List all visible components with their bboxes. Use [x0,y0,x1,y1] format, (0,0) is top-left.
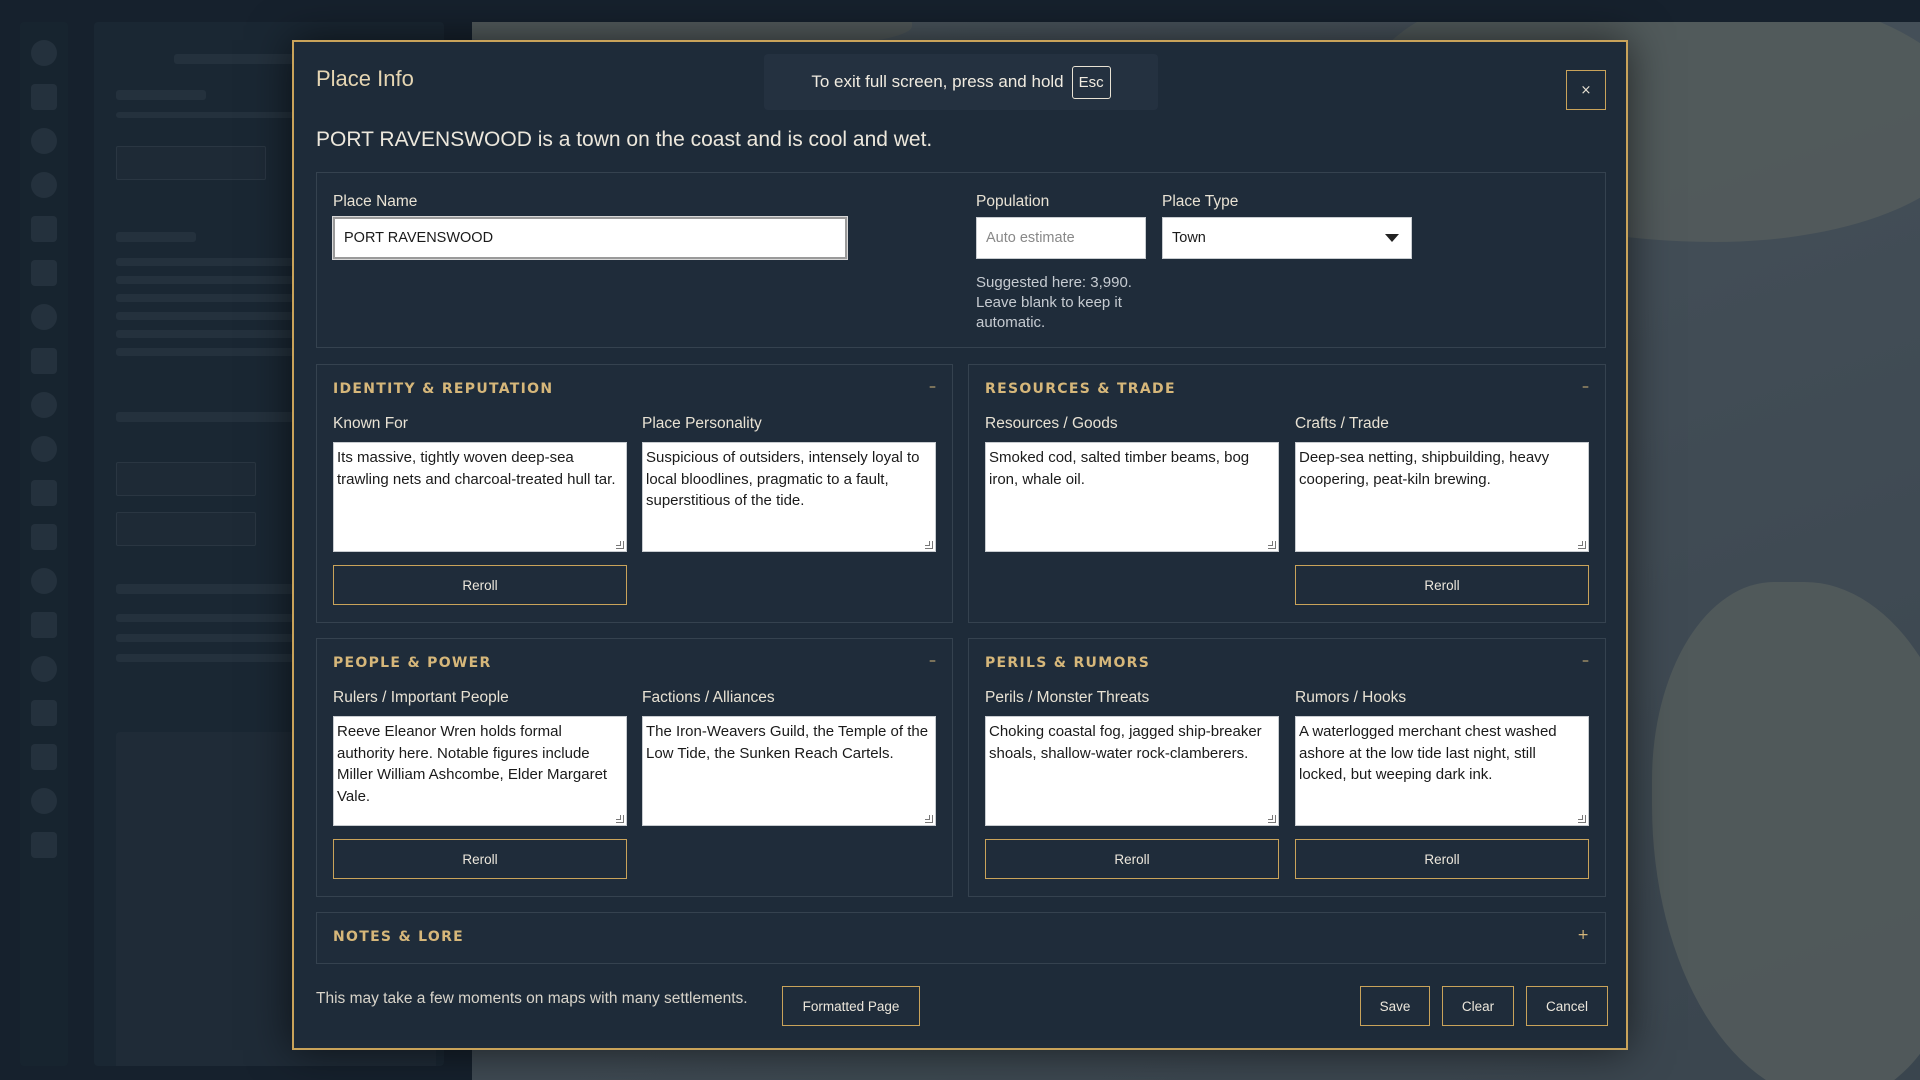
personality-textarea[interactable]: Suspicious of outsiders, intensely loyal… [642,442,936,552]
goods-text: Smoked cod, salted timber beams, bog iro… [989,449,1250,488]
resize-grip-icon[interactable] [1268,541,1276,549]
crafts-label: Crafts / Trade [1295,415,1389,432]
formatted-page-button[interactable]: Formatted Page [782,986,920,1026]
esc-key-badge: Esc [1071,65,1111,99]
place-type-value: Town [1172,230,1206,246]
chevron-down-icon [1385,234,1399,242]
dialog-title: Place Info [316,66,414,91]
identity-collapse-toggle[interactable]: – [929,379,936,395]
place-name-input[interactable]: PORT RAVENSWOOD [333,217,847,259]
place-type-select[interactable]: Town [1162,217,1412,259]
rumors-label: Rumors / Hooks [1295,689,1407,706]
identity-section-title: IDENTITY & REPUTATION [333,381,554,397]
cancel-button[interactable]: Cancel [1526,986,1608,1026]
resize-grip-icon[interactable] [616,815,624,823]
resources-section: RESOURCES & TRADE – Resources / Goods Sm… [968,364,1606,623]
perils-section-title: PERILS & RUMORS [985,655,1151,671]
people-section: PEOPLE & POWER – Rulers / Important Peop… [316,638,953,897]
perils-section: PERILS & RUMORS – Perils / Monster Threa… [968,638,1606,897]
resize-grip-icon[interactable] [925,541,933,549]
resize-grip-icon[interactable] [1578,541,1586,549]
place-name-label: Place Name [333,193,418,210]
factions-textarea[interactable]: The Iron-Weavers Guild, the Temple of th… [642,716,936,826]
people-section-title: PEOPLE & POWER [333,655,492,671]
clear-button[interactable]: Clear [1442,986,1514,1026]
rulers-textarea[interactable]: Reeve Eleanor Wren holds formal authorit… [333,716,627,826]
threats-text: Choking coastal fog, jagged ship-breaker… [989,723,1262,762]
personality-label: Place Personality [642,415,762,432]
footer-note: This may take a few moments on maps with… [316,990,748,1007]
notes-expand-toggle[interactable]: + [1577,927,1589,943]
identity-section: IDENTITY & REPUTATION – Known For Its ma… [316,364,953,623]
crafts-textarea[interactable]: Deep-sea netting, shipbuilding, heavy co… [1295,442,1589,552]
known-for-label: Known For [333,415,408,432]
place-summary: PORT RAVENSWOOD is a town on the coast a… [316,128,933,151]
reroll-rumors-button[interactable]: Reroll [1295,839,1589,879]
save-button[interactable]: Save [1360,986,1430,1026]
people-collapse-toggle[interactable]: – [929,653,936,669]
population-input[interactable]: Auto estimate [976,217,1146,259]
close-button[interactable]: × [1566,70,1606,110]
basics-section: Place Name PORT RAVENSWOOD Population Au… [316,172,1606,348]
factions-label: Factions / Alliances [642,689,775,706]
population-hint: Suggested here: 3,990. Leave blank to ke… [976,274,1132,331]
population-label: Population [976,193,1050,210]
known-for-textarea[interactable]: Its massive, tightly woven deep-sea traw… [333,442,627,552]
place-info-dialog: Place Info To exit full screen, press an… [292,40,1628,1050]
reroll-identity-button[interactable]: Reroll [333,565,627,605]
resources-section-title: RESOURCES & TRADE [985,381,1176,397]
resources-collapse-toggle[interactable]: – [1582,379,1589,395]
personality-text: Suspicious of outsiders, intensely loyal… [646,449,920,509]
reroll-people-button[interactable]: Reroll [333,839,627,879]
rumors-textarea[interactable]: A waterlogged merchant chest washed asho… [1295,716,1589,826]
rulers-label: Rulers / Important People [333,689,509,706]
perils-collapse-toggle[interactable]: – [1582,653,1589,669]
rulers-text: Reeve Eleanor Wren holds formal authorit… [337,723,608,805]
threats-textarea[interactable]: Choking coastal fog, jagged ship-breaker… [985,716,1279,826]
notes-section-title: NOTES & LORE [333,929,465,945]
resize-grip-icon[interactable] [925,815,933,823]
threats-label: Perils / Monster Threats [985,689,1150,706]
rumors-text: A waterlogged merchant chest washed asho… [1299,723,1557,783]
resize-grip-icon[interactable] [1268,815,1276,823]
factions-text: The Iron-Weavers Guild, the Temple of th… [646,723,929,762]
reroll-resources-button[interactable]: Reroll [1295,565,1589,605]
goods-textarea[interactable]: Smoked cod, salted timber beams, bog iro… [985,442,1279,552]
notes-section[interactable]: NOTES & LORE + [316,912,1606,964]
place-type-label: Place Type [1162,193,1239,210]
known-for-text: Its massive, tightly woven deep-sea traw… [337,449,616,488]
resize-grip-icon[interactable] [1578,815,1586,823]
fullscreen-notice: To exit full screen, press and hold Esc [764,54,1158,110]
goods-label: Resources / Goods [985,415,1118,432]
crafts-text: Deep-sea netting, shipbuilding, heavy co… [1299,449,1550,488]
fullscreen-notice-text: To exit full screen, press and hold [811,72,1064,91]
reroll-threats-button[interactable]: Reroll [985,839,1279,879]
resize-grip-icon[interactable] [616,541,624,549]
